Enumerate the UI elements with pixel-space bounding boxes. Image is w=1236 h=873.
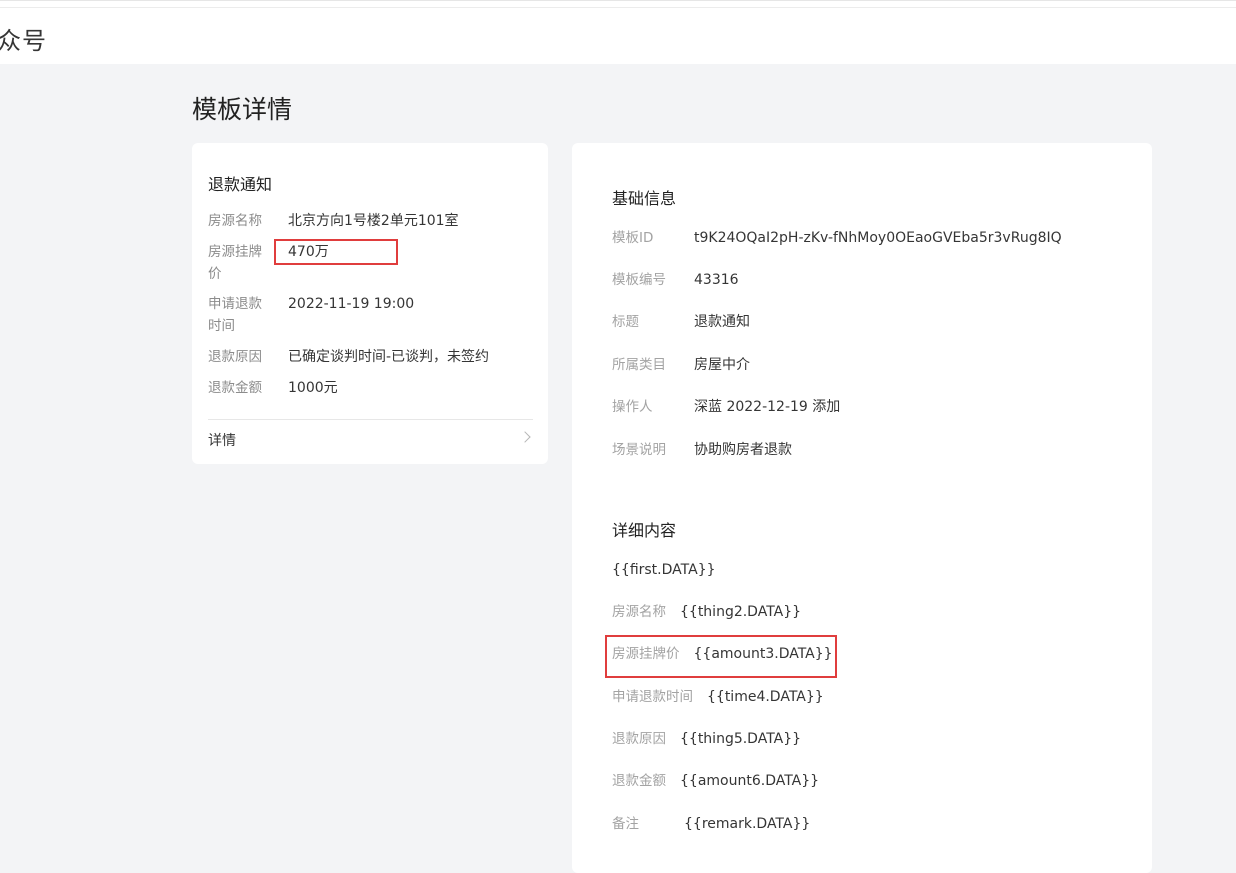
row-value: 43316 xyxy=(694,272,739,288)
row-label: 操作人 xyxy=(612,399,653,415)
row-value: 协助购房者退款 xyxy=(694,442,792,458)
row-value: {{remark.DATA}} xyxy=(684,816,811,832)
row-value: {{amount6.DATA}} xyxy=(680,773,820,789)
top-divider xyxy=(0,7,1236,8)
content-row-property-name: 房源名称 {{thing2.DATA}} xyxy=(612,601,801,623)
field-value: 2022-11-19 19:00 xyxy=(288,296,415,312)
detail-link-label: 详情 xyxy=(208,433,236,449)
row-label: 所属类目 xyxy=(612,357,666,373)
highlight-box xyxy=(274,239,398,265)
row-label: 备注 xyxy=(612,816,639,832)
page-title: 模板详情 xyxy=(192,95,293,124)
content-row-refund-amount: 退款金额 {{amount6.DATA}} xyxy=(612,770,819,792)
top-bar: 众号 xyxy=(0,0,1236,64)
basic-info-title: 基础信息 xyxy=(612,189,677,208)
row-label: 退款金额 xyxy=(612,773,666,789)
row-label: 标题 xyxy=(612,314,639,330)
row-label: 退款原因 xyxy=(612,731,666,747)
row-label: 申请退款时间 xyxy=(612,689,693,705)
chevron-right-icon xyxy=(519,431,531,443)
field-value: 1000元 xyxy=(288,380,338,396)
info-row-scenario: 场景说明 协助购房者退款 xyxy=(612,439,792,461)
content-first-value: {{first.DATA}} xyxy=(612,562,716,578)
template-preview-card: 退款通知 房源名称 北京方向1号楼2单元101室 房源挂牌 价 470万 申请退… xyxy=(192,143,548,464)
content-row-remark: 备注 {{remark.DATA}} xyxy=(612,813,810,835)
info-row-operator: 操作人 深蓝 2022-12-19 添加 xyxy=(612,396,840,418)
content-row-refund-reason: 退款原因 {{thing5.DATA}} xyxy=(612,728,801,750)
info-row-title: 标题 退款通知 xyxy=(612,311,750,333)
row-value: 退款通知 xyxy=(694,314,750,330)
field-label: 退款原因 xyxy=(208,349,262,365)
row-label: 房源名称 xyxy=(612,604,666,620)
brand-title: 众号 xyxy=(0,27,47,55)
content-first-line: {{first.DATA}} xyxy=(612,559,716,581)
content-row-refund-time: 申请退款时间 {{time4.DATA}} xyxy=(612,686,824,708)
row-value: t9K24OQaI2pH-zKv-fNhMoy0OEaoGVEba5r3vRug… xyxy=(694,230,1062,246)
row-label: 模板编号 xyxy=(612,272,666,288)
row-value: 房屋中介 xyxy=(694,357,750,373)
field-value: 已确定谈判时间-已谈判，未签约 xyxy=(288,349,490,365)
preview-title: 退款通知 xyxy=(208,175,273,194)
detail-content-title: 详细内容 xyxy=(612,521,677,540)
info-row-category: 所属类目 房屋中介 xyxy=(612,354,750,376)
field-label: 房源名称 xyxy=(208,213,262,229)
card-divider xyxy=(208,419,533,420)
field-label: 申请退款 时间 xyxy=(208,296,262,334)
info-row-template-number: 模板编号 43316 xyxy=(612,269,739,291)
row-label: 模板ID xyxy=(612,230,654,246)
row-value: {{thing2.DATA}} xyxy=(680,604,802,620)
row-value: 深蓝 2022-12-19 添加 xyxy=(694,399,841,415)
detail-link[interactable]: 详情 xyxy=(208,430,533,452)
template-info-card: 基础信息 模板ID t9K24OQaI2pH-zKv-fNhMoy0OEaoGV… xyxy=(572,143,1152,873)
field-label: 退款金额 xyxy=(208,380,262,396)
row-value: {{time4.DATA}} xyxy=(707,689,824,705)
field-value: 北京方向1号楼2单元101室 xyxy=(288,213,459,229)
info-row-template-id: 模板ID t9K24OQaI2pH-zKv-fNhMoy0OEaoGVEba5r… xyxy=(612,227,1062,249)
field-label: 房源挂牌 价 xyxy=(208,244,262,282)
row-value: {{thing5.DATA}} xyxy=(680,731,802,747)
row-label: 场景说明 xyxy=(612,442,666,458)
highlight-box xyxy=(605,635,837,678)
